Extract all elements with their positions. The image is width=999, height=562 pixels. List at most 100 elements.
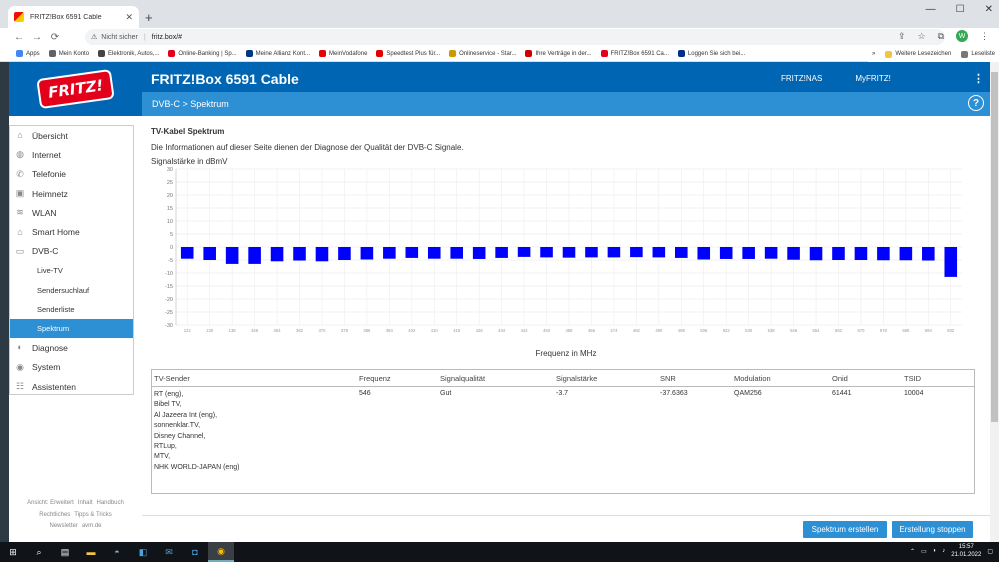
- sidebar-item-heimnetz[interactable]: ▣ Heimnetz: [10, 184, 133, 203]
- sidebar-subitem-sendersuchlauf[interactable]: Sendersuchlauf: [10, 280, 133, 299]
- sidebar-subitem-spektrum[interactable]: Spektrum: [10, 318, 133, 339]
- omnibox[interactable]: ⚠ Nicht sicher | fritz.box/#: [85, 29, 945, 45]
- sidebar-subitem-senderliste[interactable]: Senderliste: [10, 300, 133, 319]
- tab-close-icon[interactable]: ✕: [125, 12, 133, 23]
- spectrum-bar: [922, 247, 935, 261]
- more-bookmarks-icon[interactable]: »: [872, 51, 875, 57]
- create-spectrum-button[interactable]: Spektrum erstellen: [803, 521, 887, 538]
- mail-icon[interactable]: ✉: [156, 542, 182, 562]
- bookmark-label: Apps: [26, 50, 40, 57]
- reading-list[interactable]: Leseliste: [961, 50, 995, 58]
- chrome-icon[interactable]: ◉: [208, 542, 234, 562]
- sidebar-item-wlan[interactable]: ≋ WLAN: [10, 203, 133, 222]
- toolbar-actions: ⇪ ☆ ⧉ W ⋮: [898, 30, 989, 42]
- view-mode-link[interactable]: Ansicht: Erweitert: [27, 500, 74, 506]
- sidebar-item-smart-home[interactable]: ⌂ Smart Home: [10, 222, 133, 241]
- back-icon[interactable]: ←: [10, 32, 28, 43]
- battery-icon[interactable]: ▭: [921, 548, 927, 555]
- url-text[interactable]: fritz.box/#: [152, 34, 182, 41]
- spectrum-bar: [877, 247, 890, 261]
- volume-icon[interactable]: ♪: [942, 548, 945, 554]
- spectrum-bar: [517, 247, 531, 257]
- profile-avatar[interactable]: W: [956, 30, 968, 42]
- x-tick-label: 386: [363, 328, 371, 333]
- sidebar-item-label: Telefonie: [32, 169, 67, 180]
- star-icon[interactable]: ☆: [917, 31, 925, 42]
- task-view-icon[interactable]: ▤: [52, 542, 78, 562]
- bookmark-favicon-icon: [600, 50, 608, 57]
- page-scrollbar[interactable]: [990, 62, 999, 542]
- reload-icon[interactable]: ⟳: [46, 32, 64, 43]
- avm-link[interactable]: avm.de: [82, 523, 102, 529]
- col-header-frequency: Frequenz: [359, 374, 391, 383]
- bookmark-item[interactable]: Meine Allianz Kont...: [245, 50, 310, 57]
- browser-tab[interactable]: FRITZ!Box 6591 Cable ✕: [8, 6, 139, 28]
- store-icon[interactable]: ◧: [130, 542, 156, 562]
- x-tick-label: 378: [341, 328, 349, 333]
- x-tick-label: 354: [274, 328, 282, 333]
- myfritz-link[interactable]: MyFRITZ!: [855, 74, 891, 83]
- fritz-logo[interactable]: FRITZ!: [9, 62, 142, 116]
- photos-icon[interactable]: ◓: [104, 542, 130, 562]
- clock[interactable]: 15:57 21.01.2022: [951, 543, 981, 559]
- chat-icon[interactable]: ◘: [182, 542, 208, 562]
- bookmark-favicon-icon: [677, 50, 685, 57]
- windows-start-icon[interactable]: ⊞: [0, 542, 26, 562]
- sidebar-item--bersicht[interactable]: ⌂ Übersicht: [10, 126, 133, 145]
- minimize-icon[interactable]: —: [926, 4, 936, 15]
- bookmark-item[interactable]: Elektronik, Autos,...: [98, 50, 159, 57]
- new-tab-button[interactable]: +: [145, 10, 153, 25]
- tips-link[interactable]: Tipps & Tricks: [74, 512, 111, 518]
- sidebar-item-dvb-c[interactable]: ▭ DVB-C: [10, 242, 133, 261]
- bookmark-item[interactable]: Online-Banking | Sp...: [168, 50, 237, 57]
- x-tick-label: 138: [229, 328, 237, 333]
- bookmark-item[interactable]: FRITZ!Box 6591 Ca...: [600, 50, 669, 57]
- sender-list: RT (eng), Bibel TV, Al Jazeera Int (eng), s…: [154, 390, 239, 473]
- bookmark-item[interactable]: Mein Konto: [48, 50, 90, 57]
- sidebar-subitem-live-tv[interactable]: Live-TV: [10, 261, 133, 280]
- extensions-icon[interactable]: ⧉: [938, 31, 944, 42]
- other-bookmarks[interactable]: Weitere Lesezeichen: [885, 50, 951, 58]
- network-icon[interactable]: ◖: [933, 548, 937, 554]
- close-window-icon[interactable]: ✕: [985, 4, 993, 15]
- stop-creation-button[interactable]: Erstellung stoppen: [892, 521, 973, 538]
- spectrum-bar: [540, 247, 553, 258]
- help-icon[interactable]: ?: [968, 95, 984, 111]
- fritznas-link[interactable]: FRITZ!NAS: [781, 74, 822, 83]
- breadcrumb-text[interactable]: DVB-C > Spektrum: [152, 99, 229, 109]
- col-header-quality: Signalqualität: [440, 374, 486, 383]
- bookmark-item[interactable]: Loggen Sie sich bei...: [677, 50, 745, 57]
- chrome-menu-icon[interactable]: ⋮: [980, 31, 989, 42]
- sidebar-item-assistenten[interactable]: ☷ Assistenten: [10, 377, 133, 396]
- newsletter-link[interactable]: Newsletter: [49, 523, 77, 529]
- fritz-page: FRITZ! FRITZ!Box 6591 Cable FRITZ!NAS My…: [9, 62, 990, 542]
- bookmark-item[interactable]: Onlineservice - Star...: [449, 50, 516, 57]
- sidebar-item-system[interactable]: ◉ System: [10, 358, 133, 377]
- spectrum-bar: [405, 247, 419, 258]
- scrollbar-thumb[interactable]: [991, 72, 998, 422]
- telefonie-icon: ✆: [16, 168, 24, 179]
- address-toolbar: ← → ⟳ ⚠ Nicht sicher | fritz.box/# ⇪ ☆ ⧉…: [0, 28, 999, 46]
- bookmark-item[interactable]: Speedtest Plus für...: [376, 50, 440, 57]
- share-icon[interactable]: ⇪: [898, 31, 906, 42]
- sidebar-nav: ⌂ Übersicht ◍ Internet ✆ Telefonie ▣ Heimnetz ≋ W…: [9, 125, 134, 395]
- manual-link[interactable]: Handbuch: [97, 500, 124, 506]
- file-explorer-icon[interactable]: ▬: [78, 542, 104, 562]
- tray-expand-icon[interactable]: ⌃: [910, 548, 915, 555]
- bookmark-item[interactable]: MeinVodafone: [319, 50, 367, 57]
- search-icon[interactable]: ⌕: [26, 542, 52, 562]
- col-header-snr: SNR: [660, 374, 676, 383]
- sidebar-item-internet[interactable]: ◍ Internet: [10, 145, 133, 164]
- content-link[interactable]: Inhalt: [78, 500, 93, 506]
- menu-icon[interactable]: ⋮: [973, 72, 984, 85]
- bookmark-label: Mein Konto: [58, 50, 90, 57]
- spectrum-bar: [450, 247, 464, 259]
- sidebar-item-diagnose[interactable]: ◐ Diagnose: [10, 338, 133, 357]
- bookmark-item[interactable]: Ihre Verträge in der...: [525, 50, 592, 57]
- bookmark-item[interactable]: Apps: [16, 50, 40, 57]
- forward-icon[interactable]: →: [28, 32, 46, 43]
- legal-link[interactable]: Rechtliches: [39, 512, 70, 518]
- maximize-icon[interactable]: ☐: [956, 4, 965, 15]
- sidebar-item-telefonie[interactable]: ✆ Telefonie: [10, 165, 133, 184]
- notifications-icon[interactable]: ▢: [987, 548, 993, 555]
